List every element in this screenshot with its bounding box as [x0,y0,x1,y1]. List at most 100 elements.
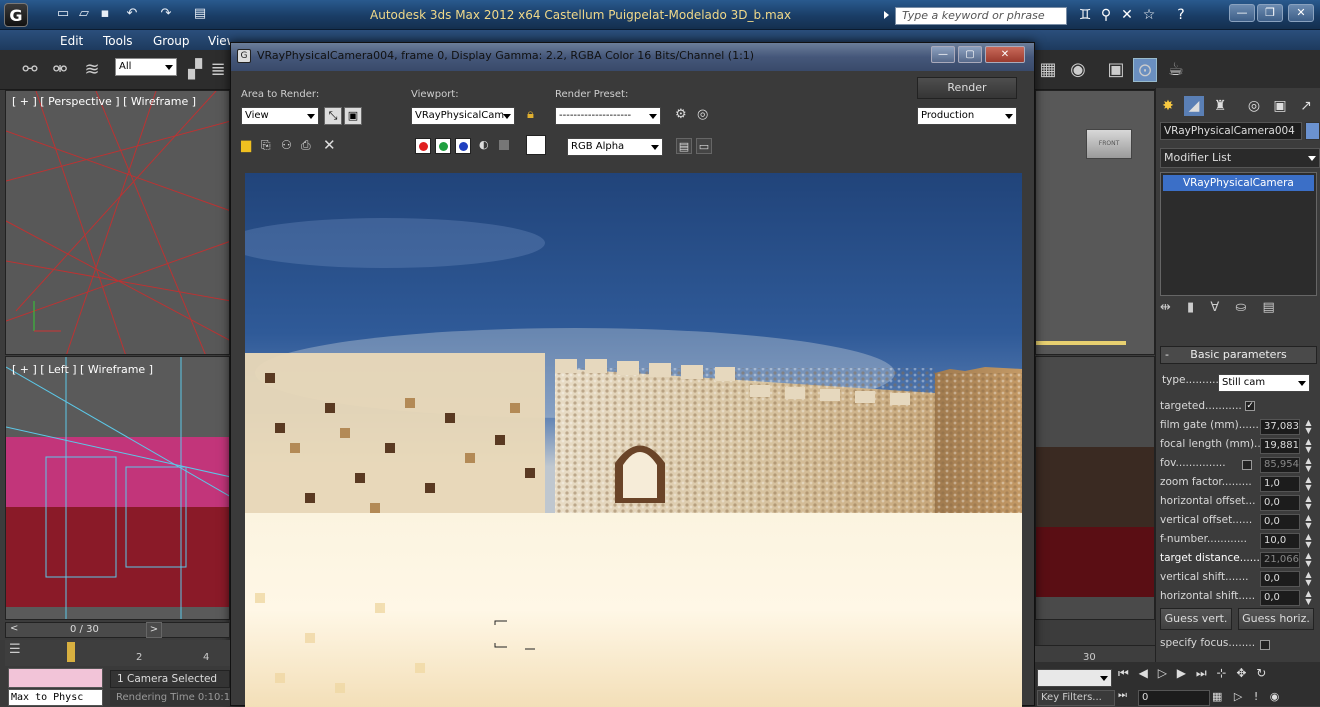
object-name-field[interactable]: VRayPhysicalCamera004 [1160,122,1302,140]
horizontal-shift-spinner-arrows-icon[interactable]: ▲ ▼ [1304,590,1313,606]
zoom-factor-spinner-arrows-icon[interactable]: ▲ ▼ [1304,476,1313,492]
film-gate-spinner[interactable]: 37,083 [1260,419,1300,435]
search-expand-icon[interactable] [884,11,889,19]
f-number-spinner-arrows-icon[interactable]: ▲ ▼ [1304,533,1313,549]
configure-sets-icon[interactable]: ▤ [1262,300,1280,315]
save-image-icon[interactable]: ▆ [241,138,257,154]
top-right-viewport[interactable]: FRONT [1035,90,1155,355]
lock-viewport-icon[interactable]: 🔒︎ [527,107,541,125]
app-logo-icon[interactable]: G [4,3,28,27]
redo-icon[interactable]: ↷ [158,7,174,21]
fov-spinner-arrows-icon[interactable]: ▲ ▼ [1304,457,1313,473]
horizontal-shift-spinner[interactable]: 0,0 [1260,590,1300,606]
play-icon[interactable]: ▷ [1158,666,1170,680]
render-setup-small-icon[interactable]: ⚙ [675,107,691,125]
utilities-tab-icon[interactable]: ↗ [1296,96,1316,116]
red-channel-button[interactable] [415,138,431,154]
menu-tools[interactable]: Tools [103,34,133,48]
guess-vert-button[interactable]: Guess vert. [1160,608,1232,630]
hierarchy-tab-icon[interactable]: ♜ [1210,96,1230,116]
viewcube-icon[interactable]: FRONT [1086,129,1132,159]
camera-type-dropdown[interactable]: Still cam [1218,374,1310,392]
binoculars-icon[interactable]: ♊ [1076,6,1094,24]
print-image-icon[interactable]: ⎙ [301,138,317,154]
time-config-icon[interactable]: ▦ [1212,690,1226,703]
perspective-viewport-label[interactable]: [ + ] [ Perspective ] [ Wireframe ] [12,95,196,108]
basic-parameters-rollout[interactable]: - Basic parameters [1160,346,1317,364]
selection-filter-dropdown[interactable]: All [115,58,177,76]
bottom-right-viewport[interactable] [1035,356,1155,620]
production-dropdown[interactable]: Production [917,107,1017,125]
vertical-shift-spinner-arrows-icon[interactable]: ▲ ▼ [1304,571,1313,587]
rendered-frame-window[interactable]: G VRayPhysicalCamera004, frame 0, Displa… [230,42,1035,707]
target-distance-spinner[interactable]: 21,066 [1260,552,1300,568]
modifier-stack-item[interactable]: VRayPhysicalCamera [1163,175,1314,191]
time-marker[interactable] [67,642,75,662]
maxscript-listener-pink[interactable] [8,668,103,688]
film-gate-spinner-arrows-icon[interactable]: ▲ ▼ [1304,419,1313,435]
render-setup-icon[interactable]: ▣ [1104,58,1128,82]
area-to-render-dropdown[interactable]: View [241,107,319,125]
perspective-viewport[interactable]: [ + ] [ Perspective ] [ Wireframe ] [5,90,230,355]
make-unique-icon[interactable]: ∀ [1210,300,1225,315]
auto-region-icon[interactable]: ▣ [344,107,362,125]
render-window-close-button[interactable]: ✕ [985,46,1025,63]
remove-modifier-icon[interactable]: ⛀ [1235,300,1252,315]
environment-effects-icon[interactable]: ◎ [697,107,713,125]
maxscript-listener-input[interactable]: Max to Physc [8,689,103,706]
pin-stack-icon[interactable]: ⇹ [1160,300,1177,315]
time-slider-prev-icon[interactable]: < [10,623,18,634]
track-bar[interactable]: ☰ 2 4 [5,640,230,666]
mini-curve-editor-icon[interactable]: ☰ [9,642,31,662]
vertical-shift-spinner[interactable]: 0,0 [1260,571,1300,587]
menu-views[interactable]: View [208,34,230,48]
left-viewport-label[interactable]: [ + ] [ Left ] [ Wireframe ] [12,363,153,376]
vertical-offset-spinner-arrows-icon[interactable]: ▲ ▼ [1304,514,1313,530]
next-frame-icon[interactable]: ▶ [1177,666,1189,680]
communication-icon[interactable]: ✕ [1118,6,1136,24]
target-distance-spinner-arrows-icon[interactable]: ▲ ▼ [1304,552,1313,568]
display-tab-icon[interactable]: ▣ [1270,96,1290,116]
rendered-image[interactable] [245,173,1022,707]
channel-display-dropdown[interactable]: RGB Alpha [567,138,663,156]
close-button[interactable]: ✕ [1288,4,1314,22]
go-to-end-icon[interactable]: ⏭ [1196,666,1210,680]
clear-image-icon[interactable]: ✕ [323,136,339,154]
key-filters-button[interactable]: Key Filters... [1037,690,1115,706]
current-frame-field[interactable]: 0 [1138,690,1210,706]
favorites-star-icon[interactable]: ☆ [1140,6,1158,24]
modifier-stack[interactable]: VRayPhysicalCamera [1160,172,1317,296]
viewport-dropdown[interactable]: VRayPhysicalCam [411,107,515,125]
maximize-viewport-icon[interactable]: ◉ [1270,690,1284,703]
bind-space-warp-icon[interactable]: ≋ [80,58,104,82]
motion-tab-icon[interactable]: ◎ [1244,96,1264,116]
previous-frame-icon[interactable]: ◀ [1139,666,1151,680]
subscription-icon[interactable]: ⚲ [1097,6,1115,24]
minimize-button[interactable]: — [1229,4,1255,22]
targeted-checkbox[interactable]: ✓ [1245,401,1256,411]
focal-length-spinner-arrows-icon[interactable]: ▲ ▼ [1304,438,1313,454]
green-channel-button[interactable] [435,138,451,154]
modify-tab-icon[interactable]: ◢ [1184,96,1204,116]
edit-region-icon[interactable]: ⤡ [324,107,342,125]
render-preset-dropdown[interactable]: -------------------- [555,107,661,125]
blue-channel-button[interactable] [455,138,471,154]
field-of-view-icon[interactable]: ! [1254,690,1262,703]
render-window-minimize-button[interactable]: — [931,46,955,63]
rendered-frame-window-icon[interactable]: ⊙ [1133,58,1157,82]
copy-image-icon[interactable]: ⎘ [261,138,277,154]
select-and-link-icon[interactable]: ⚯ [18,58,42,82]
focal-length-spinner[interactable]: 19,881 [1260,438,1300,454]
search-input[interactable]: Type a keyword or phrase [895,7,1067,25]
specify-focus-checkbox[interactable] [1260,640,1270,650]
new-file-icon[interactable]: ▭ [55,7,71,21]
restore-button[interactable]: ❐ [1257,4,1283,22]
fov-spinner[interactable]: 85,954 [1260,457,1300,473]
alpha-channel-icon[interactable]: ◐ [479,138,493,154]
undo-icon[interactable]: ↶ [124,7,140,21]
project-folder-icon[interactable]: ▤ [192,7,208,21]
time-slider-next-icon[interactable]: > [146,622,162,638]
show-end-result-icon[interactable]: ▮ [1187,300,1200,315]
menu-group[interactable]: Group [153,34,190,48]
unlink-icon[interactable]: ⚮ [48,58,72,82]
